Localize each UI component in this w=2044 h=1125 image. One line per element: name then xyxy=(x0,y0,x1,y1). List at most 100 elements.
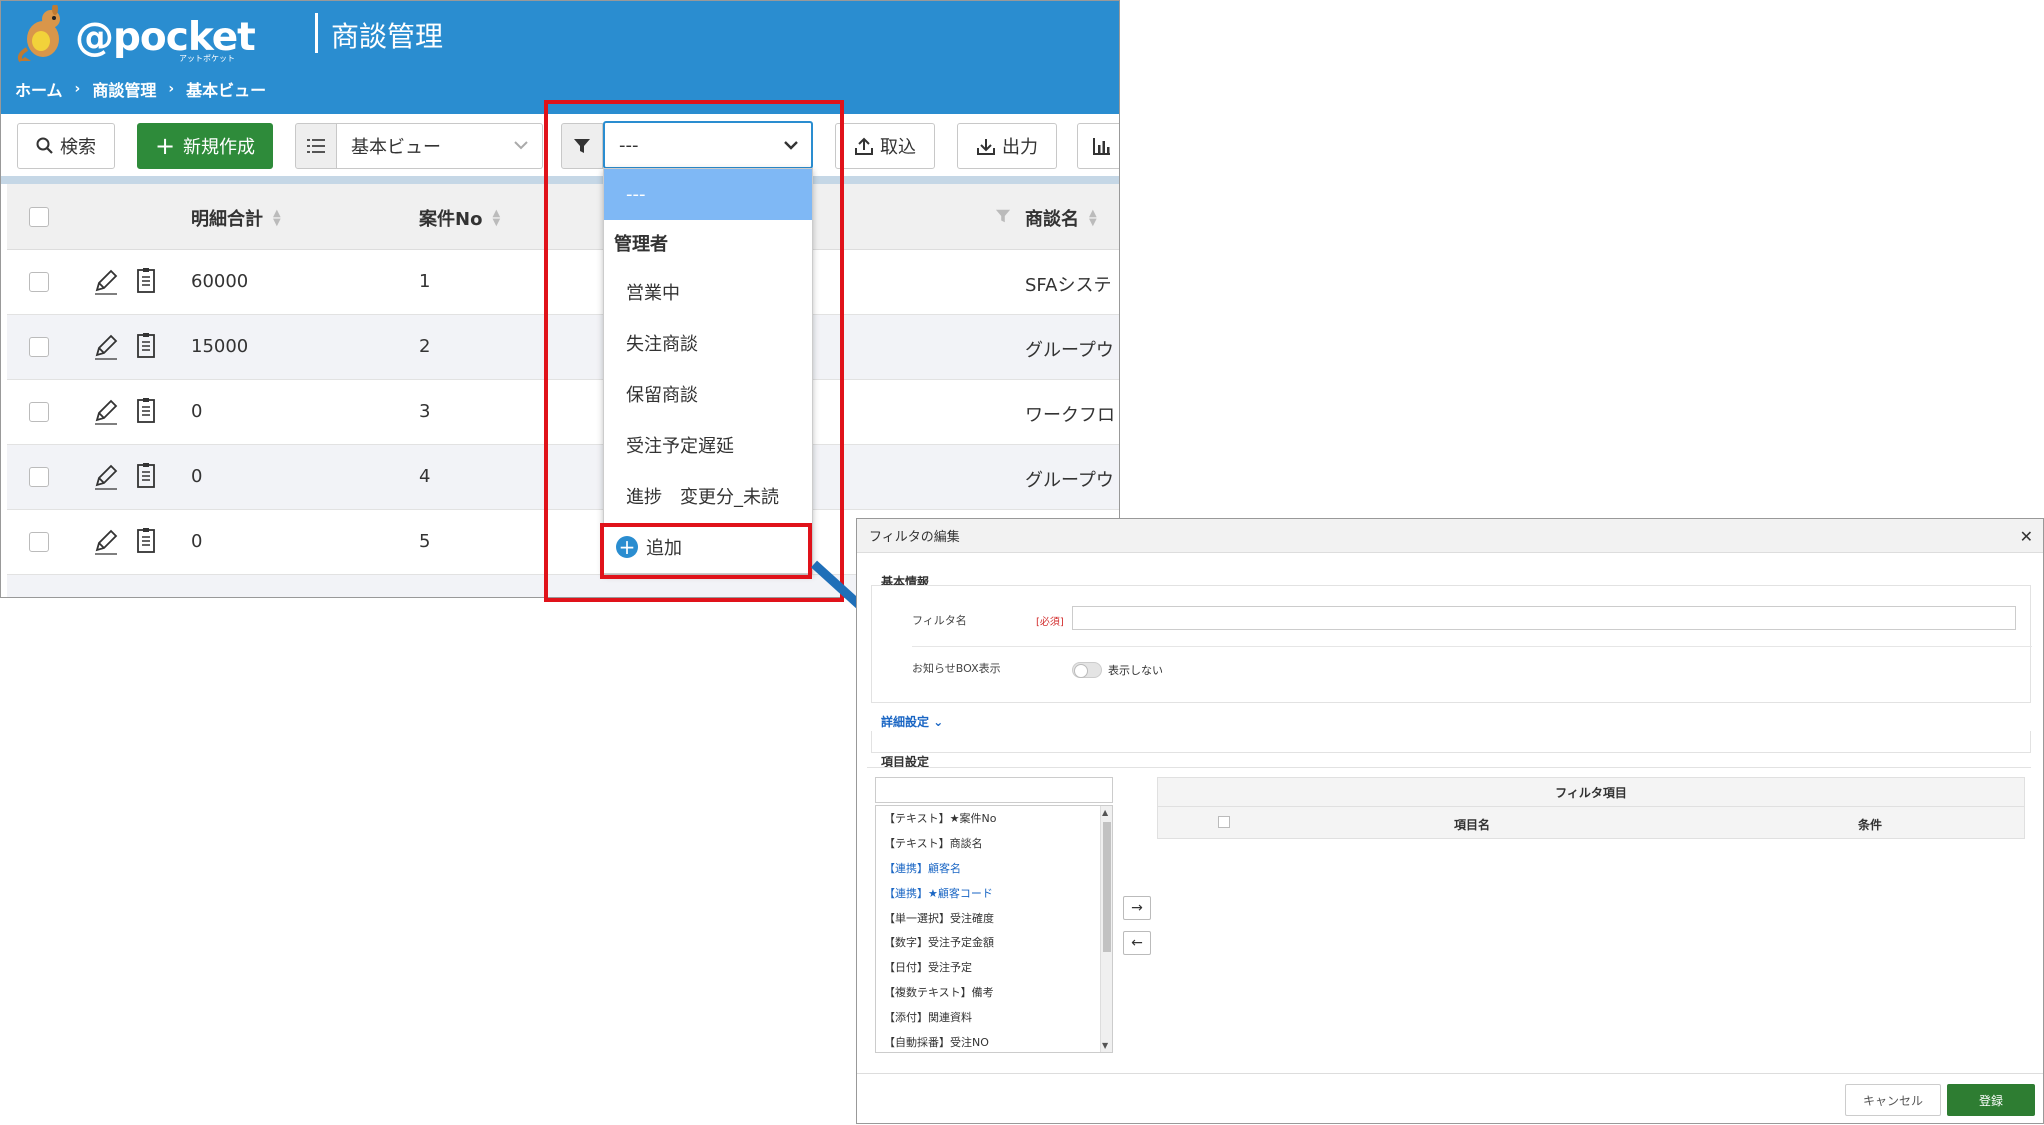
column-filter-icon[interactable] xyxy=(995,208,1011,224)
view-select[interactable]: 基本ビュー xyxy=(337,123,543,169)
list-item[interactable]: 【連携】★顧客コード xyxy=(876,880,1112,905)
list-item[interactable]: 【自動採番】受注NO xyxy=(876,1029,1112,1054)
view-list-icon xyxy=(295,123,337,169)
list-item[interactable]: 【添付】関連資料 xyxy=(876,1004,1112,1029)
bar-chart-icon xyxy=(1093,138,1110,155)
list-scrollbar[interactable]: ▲ ▼ xyxy=(1100,806,1112,1052)
available-fields-list[interactable]: 【テキスト】★案件No 【テキスト】商談名 【連携】顧客名 【連携】★顧客コード… xyxy=(875,805,1113,1053)
cell-deal-name[interactable]: ワークフロ xyxy=(1025,401,1115,427)
cell-case-no: 1 xyxy=(419,271,431,292)
column-header-case-no[interactable]: 案件No ▲ ▼ xyxy=(419,205,500,231)
cell-case-no: 5 xyxy=(419,531,431,552)
arrow-right-icon: → xyxy=(1131,900,1143,916)
chevron-down-icon: ⌄ xyxy=(933,715,944,729)
chart-button[interactable] xyxy=(1077,123,1119,169)
breadcrumb: ホーム › 商談管理 › 基本ビュー xyxy=(15,77,266,101)
notice-box-toggle-text: 表示しない xyxy=(1108,664,1163,677)
cell-deal-name[interactable]: グループウ xyxy=(1025,466,1114,492)
document-icon[interactable] xyxy=(135,397,157,425)
cell-deal-name[interactable]: グループウ xyxy=(1025,336,1114,362)
cell-total: 15000 xyxy=(191,336,249,357)
dialog-title: フィルタの編集 xyxy=(869,530,960,545)
breadcrumb-module[interactable]: 商談管理 xyxy=(92,77,156,101)
field-search-input[interactable] xyxy=(875,777,1113,803)
export-label: 出力 xyxy=(1002,137,1038,158)
pencil-icon[interactable] xyxy=(93,398,119,426)
list-item[interactable]: 【テキスト】商談名 xyxy=(876,831,1112,856)
register-button[interactable]: 登録 xyxy=(1947,1084,2035,1116)
header-separator xyxy=(315,13,318,53)
scrollbar-thumb[interactable] xyxy=(1103,822,1111,952)
plus-icon: + xyxy=(154,132,176,160)
new-create-button[interactable]: + 新規作成 xyxy=(137,123,273,169)
list-item[interactable]: 【テキスト】★案件No xyxy=(876,806,1112,831)
filter-items-select-all-checkbox[interactable] xyxy=(1218,816,1230,828)
chevron-down-icon xyxy=(514,141,528,150)
pencil-icon[interactable] xyxy=(93,268,119,296)
column-condition: 条件 xyxy=(1858,818,1883,832)
download-icon xyxy=(977,139,995,155)
dialog-footer: キャンセル 登録 xyxy=(857,1073,2043,1123)
search-button-label: 検索 xyxy=(60,137,96,158)
export-button[interactable]: 出力 xyxy=(957,123,1057,169)
arrow-left-icon: ← xyxy=(1131,935,1143,951)
view-select-value: 基本ビュー xyxy=(351,137,441,158)
row-checkbox[interactable] xyxy=(29,532,49,552)
column-header-total[interactable]: 明細合計 ▲ ▼ xyxy=(191,205,281,231)
notice-box-toggle[interactable] xyxy=(1072,662,1102,678)
select-all-checkbox[interactable] xyxy=(29,207,49,227)
move-left-button[interactable]: ← xyxy=(1123,931,1151,955)
row-checkbox[interactable] xyxy=(29,272,49,292)
advanced-settings-link[interactable]: 詳細設定 ⌄ xyxy=(881,713,943,730)
row-checkbox[interactable] xyxy=(29,402,49,422)
cell-total: 0 xyxy=(191,466,203,487)
breadcrumb-current: 基本ビュー xyxy=(186,81,267,100)
scroll-down-icon[interactable]: ▼ xyxy=(1102,1041,1108,1050)
filter-name-label: フィルタ名 xyxy=(912,614,967,627)
document-icon[interactable] xyxy=(135,527,157,555)
import-button[interactable]: 取込 xyxy=(835,123,935,169)
row-checkbox[interactable] xyxy=(29,337,49,357)
filter-edit-dialog: フィルタの編集 ✕ 基本情報 フィルタ名 [必須] お知らせBOX表示 表示しな… xyxy=(856,518,2044,1124)
pencil-icon[interactable] xyxy=(93,333,119,361)
list-item[interactable]: 【数字】受注予定金額 xyxy=(876,930,1112,955)
list-item[interactable]: 【日付】受注予定 xyxy=(876,955,1112,980)
kangaroo-logo-icon xyxy=(17,5,60,63)
logo-subtext: アットポケット xyxy=(179,54,235,63)
cell-total: 0 xyxy=(191,401,203,422)
list-item[interactable]: 【連携】顧客名 xyxy=(876,856,1112,881)
cell-case-no: 4 xyxy=(419,466,431,487)
cell-total: 60000 xyxy=(191,271,249,292)
document-icon[interactable] xyxy=(135,332,157,360)
filter-items-columns: 項目名 条件 xyxy=(1157,807,2025,839)
cell-deal-name[interactable]: SFAシステ xyxy=(1025,271,1111,297)
dialog-titlebar: フィルタの編集 ✕ xyxy=(857,519,2043,553)
notice-box-label: お知らせBOX表示 xyxy=(912,662,1001,675)
filter-items-header: フィルタ項目 xyxy=(1157,777,2025,807)
search-button[interactable]: 検索 xyxy=(17,123,115,169)
document-icon[interactable] xyxy=(135,267,157,295)
list-item[interactable]: 【単一選択】受注確度 xyxy=(876,905,1112,930)
import-label: 取込 xyxy=(880,137,916,158)
column-header-deal-name[interactable]: 商談名 ▲ ▼ xyxy=(1025,205,1097,231)
sort-icon: ▲ ▼ xyxy=(1089,208,1097,228)
row-checkbox[interactable] xyxy=(29,467,49,487)
document-icon[interactable] xyxy=(135,462,157,490)
pencil-icon[interactable] xyxy=(93,528,119,556)
pencil-icon[interactable] xyxy=(93,463,119,491)
list-item[interactable]: 【複数テキスト】備考 xyxy=(876,980,1112,1005)
highlight-box-add xyxy=(600,523,812,579)
scroll-up-icon[interactable]: ▲ xyxy=(1102,808,1108,817)
cell-case-no: 3 xyxy=(419,401,431,422)
app-header: @pocket アットポケット 商談管理 ホーム › 商談管理 › 基本ビュー xyxy=(1,1,1119,114)
move-right-button[interactable]: → xyxy=(1123,896,1151,920)
page-title: 商談管理 xyxy=(331,20,444,53)
filter-name-input[interactable] xyxy=(1072,606,2016,630)
column-item-name: 項目名 xyxy=(1454,818,1491,832)
breadcrumb-home[interactable]: ホーム xyxy=(15,77,63,101)
advanced-settings-panel xyxy=(871,731,2031,753)
close-icon[interactable]: ✕ xyxy=(2020,527,2033,546)
upload-icon xyxy=(855,137,873,155)
cancel-button[interactable]: キャンセル xyxy=(1845,1084,1941,1116)
chevron-right-icon: › xyxy=(74,81,81,97)
